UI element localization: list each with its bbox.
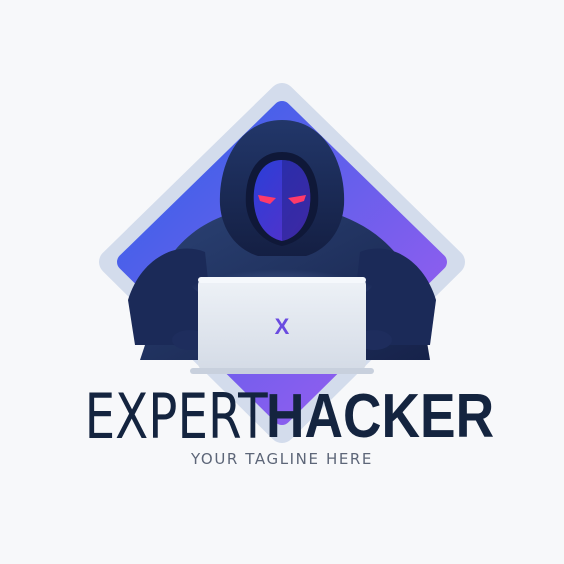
laptop-logo-mark: X bbox=[274, 314, 290, 339]
brand-name-bold: HACKER bbox=[265, 382, 494, 451]
laptop-base bbox=[190, 368, 374, 374]
hooded-hacker-icon bbox=[99, 83, 465, 443]
logo-canvas: X EXPERT HACKER YOUR TAGLINE HERE bbox=[0, 0, 564, 564]
brand-wordmark: EXPERT HACKER bbox=[0, 384, 564, 450]
tagline: YOUR TAGLINE HERE bbox=[190, 450, 374, 468]
laptop-lid-edge bbox=[198, 277, 366, 283]
brand-name-light: EXPERT bbox=[84, 380, 268, 453]
